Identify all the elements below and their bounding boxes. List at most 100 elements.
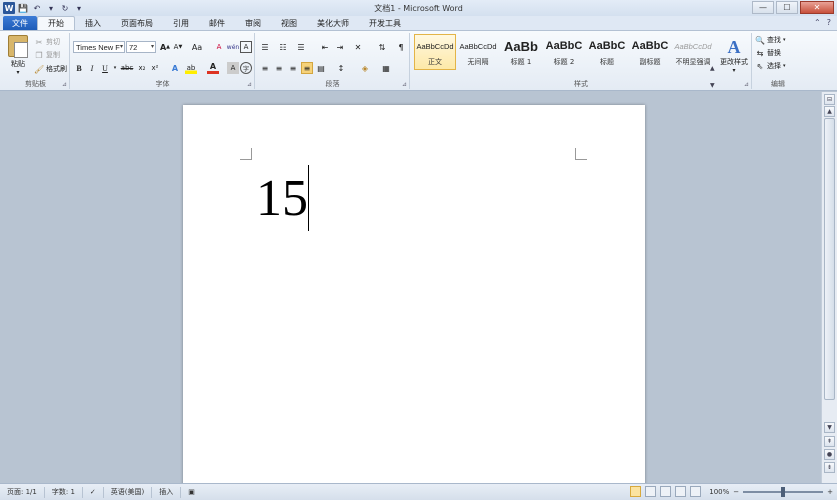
show-marks-button[interactable]: ¶ <box>395 41 407 53</box>
style-item-title[interactable]: AaBbC 标题 <box>586 34 628 70</box>
macro-recording[interactable]: ▣ <box>181 487 202 498</box>
copy-button[interactable]: ❐ 复制 <box>34 50 60 60</box>
increase-indent-button[interactable]: ⇥ <box>334 41 346 53</box>
font-size-combo[interactable]: 72 ▾ <box>126 41 156 53</box>
superscript-button[interactable]: x² <box>149 62 161 74</box>
borders-button[interactable]: ▦ <box>380 62 392 74</box>
change-styles-button[interactable]: A 更改样式 ▾ <box>720 37 748 74</box>
tab-review[interactable]: 审阅 <box>235 16 271 30</box>
zoom-slider[interactable] <box>743 486 824 497</box>
close-button[interactable]: ✕ <box>800 1 834 14</box>
gallery-up-icon[interactable]: ▲ <box>710 65 718 72</box>
font-launcher-icon[interactable]: ⊿ <box>247 81 252 88</box>
ruler-toggle-icon[interactable]: ⊟ <box>824 94 835 105</box>
customize-qat-arrow-icon[interactable]: ▾ <box>73 2 85 14</box>
subscript-button[interactable]: x₂ <box>136 62 148 74</box>
language-status[interactable]: 英语(美国) <box>104 486 153 498</box>
save-icon[interactable]: 💾 <box>17 2 29 14</box>
bold-button[interactable]: B <box>73 62 85 74</box>
paragraph-launcher-icon[interactable]: ⊿ <box>402 81 407 88</box>
tab-developer[interactable]: 开发工具 <box>359 16 411 30</box>
help-icon[interactable]: ? <box>827 18 831 27</box>
browse-object-icon[interactable]: ● <box>824 449 835 460</box>
gallery-down-icon[interactable]: ▼ <box>710 82 718 89</box>
tab-mailings[interactable]: 邮件 <box>199 16 235 30</box>
numbering-button[interactable]: ☷ <box>277 41 289 53</box>
clipboard-launcher-icon[interactable]: ⊿ <box>62 81 67 88</box>
style-item-subtle-emphasis[interactable]: AaBbCcDd 不明显强调 <box>672 34 714 70</box>
font-color-button[interactable]: A <box>207 62 219 74</box>
insert-mode[interactable]: 插入 <box>152 486 182 498</box>
style-item-subtitle[interactable]: AaBbC 副标题 <box>629 34 671 70</box>
repeat-icon[interactable]: ↻ <box>59 2 71 14</box>
align-right-button[interactable]: ≡ <box>287 62 299 74</box>
sort-button[interactable]: ⇅ <box>376 41 388 53</box>
bullets-button[interactable]: ☰ <box>259 41 271 53</box>
maximize-button[interactable]: ☐ <box>776 1 798 14</box>
full-screen-reading-view-icon[interactable] <box>645 486 657 497</box>
select-button[interactable]: ⇖ 选择 ▾ <box>755 61 786 71</box>
page-count[interactable]: 页面: 1/1 <box>0 486 45 498</box>
character-border-button[interactable]: A <box>240 41 252 53</box>
zoom-slider-knob[interactable] <box>781 486 786 497</box>
undo-icon[interactable]: ↶ <box>31 2 43 14</box>
shading-button[interactable]: ◈ <box>359 62 371 74</box>
strikethrough-button[interactable]: abc <box>120 62 134 74</box>
undo-dropdown-arrow-icon[interactable]: ▾ <box>45 2 57 14</box>
format-painter-button[interactable]: 🖌 格式刷 <box>34 64 67 74</box>
character-shading-button[interactable]: A <box>227 62 239 74</box>
grow-font-button[interactable]: A ▲ <box>159 41 171 53</box>
find-button[interactable]: 🔍 查找 ▾ <box>755 35 786 45</box>
text-effects-button[interactable]: A <box>169 62 181 74</box>
word-count[interactable]: 字数: 1 <box>45 486 83 498</box>
style-item-no-spacing[interactable]: AaBbCcDd 无间隔 <box>457 34 499 70</box>
previous-page-icon[interactable]: ⇞ <box>824 436 835 447</box>
change-case-button[interactable]: Aa <box>189 41 205 53</box>
highlight-button[interactable]: ab <box>185 62 197 74</box>
tab-home[interactable]: 开始 <box>37 16 75 30</box>
zoom-level[interactable]: 100% <box>709 488 729 496</box>
clear-formatting-button[interactable]: A <box>213 41 225 53</box>
outline-view-icon[interactable] <box>675 486 687 497</box>
scroll-thumb[interactable] <box>824 118 835 400</box>
style-item-heading-1[interactable]: AaBb 标题 1 <box>500 34 542 70</box>
style-item-normal[interactable]: AaBbCcDd 正文 <box>414 34 456 70</box>
tab-view[interactable]: 视图 <box>271 16 307 30</box>
minimize-button[interactable]: — <box>752 1 774 14</box>
zoom-in-icon[interactable]: + <box>827 488 833 496</box>
distributed-button[interactable]: ▤ <box>315 62 327 74</box>
replace-button[interactable]: ⇆ 替换 <box>755 48 781 58</box>
decrease-indent-button[interactable]: ⇤ <box>319 41 331 53</box>
tab-insert[interactable]: 插入 <box>75 16 111 30</box>
document-text[interactable]: 15 <box>256 163 308 235</box>
minimize-ribbon-icon[interactable]: ⌃ <box>814 18 821 27</box>
cut-button[interactable]: ✂ 剪切 <box>34 37 60 47</box>
tab-page-layout[interactable]: 页面布局 <box>111 16 163 30</box>
print-layout-view-icon[interactable] <box>630 486 642 497</box>
enclose-characters-button[interactable]: 字 <box>240 62 252 74</box>
document-page[interactable]: 15 <box>183 105 645 483</box>
zoom-out-icon[interactable]: − <box>733 488 739 496</box>
multilevel-list-button[interactable]: ☰ <box>295 41 307 53</box>
style-item-heading-2[interactable]: AaBbC 标题 2 <box>543 34 585 70</box>
scroll-down-icon[interactable]: ▼ <box>824 422 835 433</box>
web-layout-view-icon[interactable] <box>660 486 672 497</box>
font-name-combo[interactable]: Times New F ▾ <box>73 41 125 53</box>
scroll-up-icon[interactable]: ▲ <box>824 106 835 117</box>
shrink-font-button[interactable]: A ▼ <box>172 41 184 53</box>
phonetic-guide-button[interactable]: wén <box>227 41 239 53</box>
styles-launcher-icon[interactable]: ⊿ <box>744 81 749 88</box>
line-spacing-button[interactable]: ↕ <box>335 62 347 74</box>
align-center-button[interactable]: ≡ <box>273 62 285 74</box>
tab-beautify-master[interactable]: 美化大师 <box>307 16 359 30</box>
chinese-layout-button[interactable]: ✕ <box>352 41 364 53</box>
tab-references[interactable]: 引用 <box>163 16 199 30</box>
tab-file[interactable]: 文件 <box>3 16 37 30</box>
proofing-status[interactable]: ✓ <box>83 486 104 498</box>
draft-view-icon[interactable] <box>690 486 702 497</box>
justify-button[interactable]: ≡ <box>301 62 313 74</box>
italic-button[interactable]: I <box>86 62 98 74</box>
align-left-button[interactable]: ≡ <box>259 62 271 74</box>
word-app-icon[interactable]: W <box>3 2 15 14</box>
paste-button[interactable]: 粘贴 ▾ <box>8 35 28 76</box>
